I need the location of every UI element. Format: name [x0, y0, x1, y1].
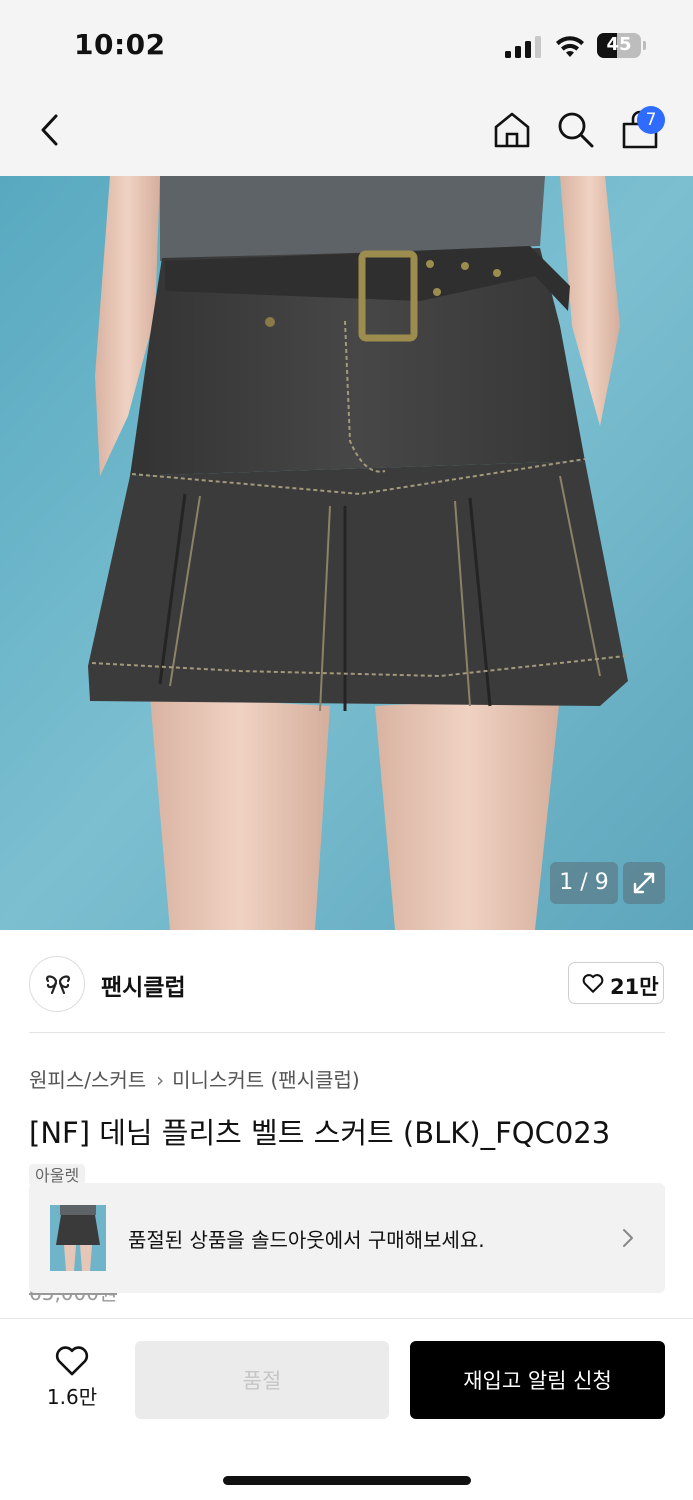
brand-name[interactable]: 팬시클럽 — [101, 968, 186, 1002]
image-counter: 1 / 9 — [550, 862, 618, 904]
wifi-icon — [556, 36, 584, 57]
bottom-action-bar: 1.6만 품절 재입고 알림 신청 — [0, 1318, 693, 1500]
soldout-thumbnail — [50, 1205, 106, 1271]
home-icon[interactable] — [492, 110, 532, 150]
product-title: [NF] 데님 플리츠 벨트 스커트 (BLK)_FQC023 — [29, 1116, 611, 1150]
cart-count-badge: 7 — [637, 106, 665, 134]
brand-like-count: 21만 — [610, 975, 659, 999]
back-chevron-icon[interactable] — [38, 112, 62, 148]
home-indicator — [223, 1476, 471, 1485]
restock-alert-button[interactable]: 재입고 알림 신청 — [410, 1341, 665, 1419]
product-image[interactable] — [0, 176, 693, 930]
brand-logo[interactable] — [29, 956, 85, 1012]
soldout-button[interactable]: 품절 — [135, 1341, 389, 1419]
brand-like-button[interactable]: 21만 — [568, 962, 664, 1004]
heart-icon — [582, 974, 604, 993]
battery-percent: 45 — [606, 34, 632, 55]
cellular-signal-icon — [505, 36, 543, 58]
status-time: 10:02 — [74, 28, 166, 61]
breadcrumb: 원피스/스커트 › 미니스커트 (팬시클럽) — [29, 1064, 360, 1093]
battery-icon: 45 — [597, 33, 641, 58]
divider — [29, 1032, 665, 1033]
status-bar: 10:02 45 — [0, 0, 693, 90]
breadcrumb-category[interactable]: 원피스/스커트 — [29, 1068, 146, 1092]
breadcrumb-subcategory[interactable]: 미니스커트 (팬시클럽) — [172, 1068, 360, 1092]
wishlist-button[interactable]: 1.6만 — [40, 1345, 104, 1410]
brand-row[interactable]: 팬시클럽 21만 — [0, 932, 693, 1034]
soldout-banner[interactable]: 품절된 상품을 솔드아웃에서 구매해보세요. — [29, 1183, 665, 1293]
chevron-right-icon: › — [156, 1068, 165, 1092]
chevron-right-icon — [623, 1229, 633, 1247]
wishlist-count: 1.6만 — [46, 1385, 98, 1409]
heart-icon — [55, 1346, 89, 1376]
soldout-banner-text: 품절된 상품을 솔드아웃에서 구매해보세요. — [128, 1228, 485, 1252]
expand-icon[interactable] — [623, 862, 665, 904]
search-icon[interactable] — [556, 110, 596, 150]
